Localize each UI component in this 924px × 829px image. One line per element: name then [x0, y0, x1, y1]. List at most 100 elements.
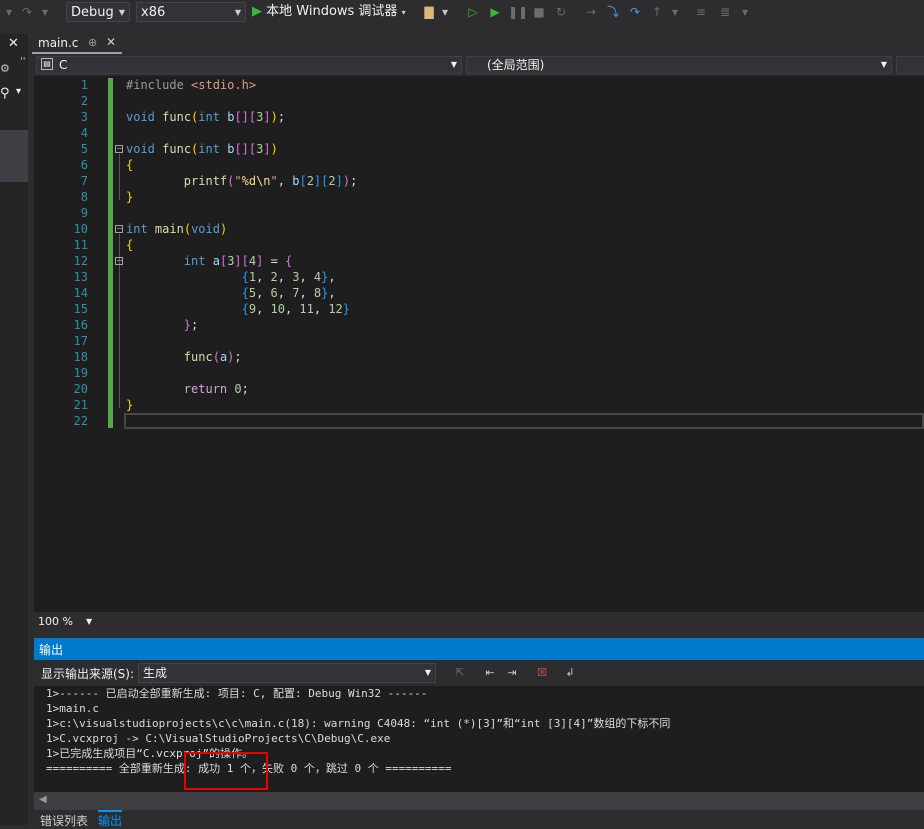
pin-icon[interactable]: ⊕	[88, 36, 97, 49]
global-scope-value: (全局范围)	[487, 58, 545, 72]
global-scope-dropdown[interactable]: (全局范围) ▼	[466, 56, 892, 74]
line-number: 12	[73, 254, 88, 268]
comment-icon[interactable]: ≡	[692, 3, 710, 21]
chevron-down-icon: ▾	[401, 8, 406, 17]
search-icon[interactable]: ⚲	[0, 86, 10, 101]
fold-toggle-icon[interactable]: −	[115, 257, 123, 265]
code-line: {1, 2, 3, 4},	[241, 270, 336, 284]
line-number: 3	[80, 110, 88, 124]
fold-toggle-icon[interactable]: −	[115, 145, 123, 153]
line-number: 1	[80, 78, 88, 92]
search-dropdown-icon[interactable]: ▾	[16, 86, 21, 97]
scroll-left-icon[interactable]: ◀	[39, 794, 47, 805]
find-message-icon[interactable]: ⇱	[452, 665, 468, 681]
fold-toggle-icon[interactable]: −	[115, 225, 123, 233]
platform-value: x86	[141, 5, 166, 20]
selected-item[interactable]	[0, 130, 28, 182]
pause-icon[interactable]: ❚❚	[508, 3, 528, 21]
current-line-highlight	[124, 413, 924, 429]
dropdown-icon[interactable]: ▾	[666, 3, 684, 21]
settings-icon[interactable]: ⚙	[0, 62, 10, 75]
zoom-dropdown[interactable]: 100 % ▼	[36, 614, 94, 630]
line-number: 16	[73, 318, 88, 332]
code-line: }	[126, 398, 134, 412]
play-icon: ▶	[252, 4, 262, 19]
start-without-debug-icon[interactable]: ▶	[486, 3, 504, 21]
config-value: Debug	[71, 5, 114, 20]
tab-main-c[interactable]: main.c ⊕ ✕	[32, 34, 122, 54]
platform-dropdown[interactable]: x86 ▼	[136, 2, 246, 22]
stop-icon[interactable]: ■	[530, 3, 548, 21]
output-panel-title: 输出	[39, 643, 64, 657]
continue-icon[interactable]: ▷	[464, 3, 482, 21]
restart-icon[interactable]: ↻	[552, 3, 570, 21]
output-source-label: 显示输出来源(S):	[41, 667, 135, 681]
line-number: 9	[80, 206, 88, 220]
tab-output[interactable]: 输出	[98, 810, 123, 829]
zoom-value: 100 %	[38, 615, 73, 628]
redo-dropdown-icon[interactable]: ▾	[36, 3, 54, 21]
redo-icon[interactable]: ↷	[18, 3, 36, 21]
code-line: printf("%d\n", b[2][2]);	[183, 174, 358, 188]
line-number: 17	[73, 334, 88, 348]
left-tool-strip: ✕ ⚙ '' ⚲ ▾	[0, 34, 28, 825]
code-line: }	[126, 190, 134, 204]
clear-all-icon[interactable]: ☒	[534, 665, 550, 681]
output-source-dropdown[interactable]: 生成 ▼	[138, 663, 436, 683]
show-next-statement-icon[interactable]: →	[582, 3, 600, 21]
step-into-icon[interactable]: ⤵	[604, 3, 622, 21]
line-number: 14	[73, 286, 88, 300]
code-line: {	[126, 238, 134, 252]
previous-message-icon[interactable]: ⇤	[482, 665, 498, 681]
quote-icon: ''	[20, 56, 26, 67]
code-line: #include <stdio.h>	[126, 78, 257, 92]
code-editor[interactable]: 1 2 3 4 5 6 7 8 9 10 11 12 13 14 15 16 1…	[34, 76, 924, 612]
output-line: 1>main.c	[46, 702, 99, 715]
step-out-icon[interactable]: ↑	[648, 3, 666, 21]
next-message-icon[interactable]: ⇥	[504, 665, 520, 681]
close-icon[interactable]: ✕	[8, 36, 19, 51]
line-number: 8	[80, 190, 88, 204]
chevron-down-icon: ▼	[118, 8, 125, 17]
config-dropdown[interactable]: Debug ▼	[66, 2, 130, 22]
file-scope-value: C	[59, 58, 68, 72]
uncomment-icon[interactable]: ≣	[716, 3, 734, 21]
horizontal-scrollbar[interactable]: ◀	[34, 792, 924, 810]
tab-error-list[interactable]: 错误列表	[40, 812, 88, 829]
code-line: void func(int b[][3])	[126, 142, 278, 156]
output-panel-header: 输出	[34, 638, 924, 660]
output-source-value: 生成	[143, 666, 168, 680]
code-line: void func(int b[][3]);	[126, 110, 286, 124]
line-number: 5	[80, 142, 88, 156]
line-number: 4	[80, 126, 88, 140]
output-line: 1>------ 已启动全部重新生成: 项目: C, 配置: Debug Win…	[46, 687, 428, 700]
line-number: 7	[80, 174, 88, 188]
line-number: 13	[73, 270, 88, 284]
code-line: {5, 6, 7, 8},	[241, 286, 336, 300]
step-over-icon[interactable]: ↷	[626, 3, 644, 21]
file-scope-dropdown[interactable]: ▤ C ▼	[36, 56, 462, 74]
start-debugger-label: 本地 Windows 调试器	[266, 4, 398, 19]
close-tab-icon[interactable]: ✕	[106, 35, 116, 49]
customize-dropdown-icon[interactable]: ▾	[736, 3, 754, 21]
code-line: return 0;	[183, 382, 249, 396]
dropdown-icon[interactable]: ▾	[436, 3, 454, 21]
line-number: 10	[73, 222, 88, 236]
word-wrap-icon[interactable]: ↲	[562, 665, 578, 681]
chevron-down-icon: ▼	[424, 668, 431, 677]
code-line: int a[3][4] = {	[183, 254, 293, 268]
output-line: 1>c:\visualstudioprojects\c\c\main.c(18)…	[46, 717, 671, 730]
document-tab-bar: main.c ⊕ ✕	[28, 34, 924, 54]
member-dropdown[interactable]	[896, 56, 924, 74]
toolbar: ▾ ↷ ▾ Debug ▼ x86 ▼ ▶ 本地 Windows 调试器 ▾ ▇…	[0, 0, 924, 26]
line-number: 15	[73, 302, 88, 316]
fold-guide	[119, 154, 120, 200]
nav-back-dropdown-icon[interactable]: ▾	[0, 3, 18, 21]
code-line: int main(void)	[126, 222, 228, 236]
start-debugger-button[interactable]: ▶ 本地 Windows 调试器 ▾	[252, 3, 406, 21]
code-line: func(a);	[183, 350, 242, 364]
line-number: 18	[73, 350, 88, 364]
change-indicator-bar	[108, 78, 113, 428]
output-text-area[interactable]: 1>------ 已启动全部重新生成: 项目: C, 配置: Debug Win…	[34, 686, 924, 792]
code-line: {9, 10, 11, 12}	[241, 302, 351, 316]
